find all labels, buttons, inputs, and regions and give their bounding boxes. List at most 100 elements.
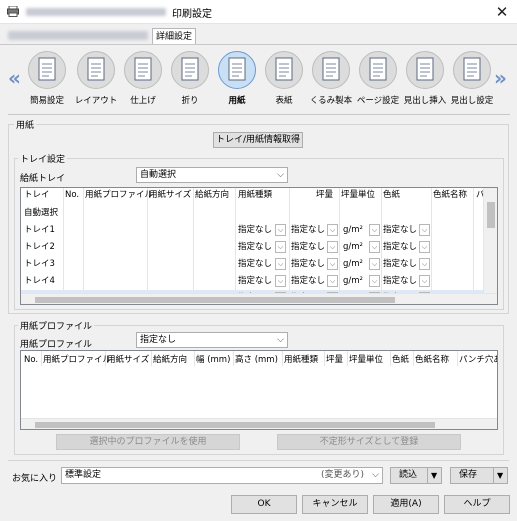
- horizontal-scrollbar[interactable]: [21, 293, 497, 304]
- toolbar-divider: [8, 114, 510, 115]
- column-divider: [41, 351, 42, 366]
- column-header[interactable]: 色紙: [392, 353, 409, 368]
- tab-detail-settings[interactable]: 詳細設定: [152, 28, 196, 45]
- apply-button[interactable]: 適用(A): [373, 495, 439, 514]
- column-divider: [282, 351, 283, 366]
- tray-name-cell: トレイ1: [24, 225, 55, 235]
- chevron-down-icon[interactable]: ⌵: [327, 224, 338, 236]
- paper-type-cell: 指定なし: [238, 259, 273, 269]
- basis-weight-cell: 指定なし: [291, 242, 326, 252]
- chevron-down-icon[interactable]: ⌵: [369, 241, 380, 253]
- column-divider: [151, 351, 152, 366]
- table-row[interactable]: [21, 205, 485, 221]
- column-header[interactable]: 用紙プロファイル: [85, 188, 153, 203]
- chevron-down-icon[interactable]: ⌵: [275, 275, 286, 287]
- column-header[interactable]: 色紙: [383, 188, 400, 203]
- chevron-down-icon[interactable]: ⌵: [419, 241, 430, 253]
- ok-button[interactable]: OK: [231, 495, 297, 514]
- help-button[interactable]: ヘルプ: [444, 495, 510, 514]
- chevron-down-icon: ⌵: [277, 335, 284, 345]
- scroll-thumb[interactable]: [35, 297, 395, 303]
- paper-icon: [218, 51, 256, 89]
- column-divider: [413, 351, 414, 366]
- page-setting-icon: [359, 51, 397, 89]
- chevron-down-icon[interactable]: ⌵: [327, 275, 338, 287]
- toolbar-scroll-left-icon[interactable]: «: [8, 66, 21, 90]
- load-button[interactable]: 読込 ▼: [390, 467, 442, 484]
- column-divider: [390, 351, 391, 366]
- chevron-down-icon[interactable]: ⌵: [275, 224, 286, 236]
- save-button[interactable]: 保存 ▼: [450, 467, 508, 484]
- tray-settings-label: トレイ設定: [18, 152, 68, 165]
- chevron-down-icon[interactable]: ⌵: [419, 224, 430, 236]
- column-header[interactable]: 給紙方向: [195, 188, 229, 203]
- vertical-scrollbar[interactable]: [483, 188, 497, 294]
- scroll-thumb[interactable]: [487, 202, 495, 228]
- color-paper-cell: 指定なし: [383, 242, 418, 252]
- column-header[interactable]: 幅 (mm): [196, 353, 230, 368]
- chevron-down-icon[interactable]: ⌵: [275, 241, 286, 253]
- column-header[interactable]: No.: [24, 353, 38, 368]
- printer-icon: [7, 6, 19, 17]
- column-header[interactable]: パンチ穴あ: [459, 353, 497, 368]
- column-header[interactable]: 高さ (mm): [235, 353, 278, 368]
- column-header[interactable]: トレイ: [24, 188, 50, 203]
- paper-type-cell: 指定なし: [238, 242, 273, 252]
- dropdown-arrow-icon[interactable]: ▼: [497, 468, 503, 483]
- favorites-value: 標準設定: [65, 470, 102, 480]
- get-tray-info-button[interactable]: トレイ/用紙情報取得: [213, 132, 303, 148]
- column-header[interactable]: 用紙サイズ: [107, 353, 149, 368]
- chevron-down-icon[interactable]: ⌵: [327, 258, 338, 270]
- column-header[interactable]: 色紙名称: [433, 188, 467, 203]
- column-header[interactable]: 坪量: [316, 188, 333, 203]
- weight-unit-cell: g/m²: [343, 242, 363, 252]
- toolbar-item-tab-setting[interactable]: 見出し設定: [447, 49, 497, 111]
- favorites-changed-note: (変更あり): [320, 470, 364, 480]
- scroll-thumb[interactable]: [35, 422, 435, 428]
- paper-type-cell: 指定なし: [238, 276, 273, 286]
- profile-value: 指定なし: [140, 335, 177, 345]
- chevron-down-icon[interactable]: ⌵: [327, 241, 338, 253]
- dropdown-arrow-icon[interactable]: ▼: [431, 468, 437, 483]
- chevron-down-icon[interactable]: ⌵: [419, 258, 430, 270]
- fold-icon: [171, 51, 209, 89]
- cancel-button[interactable]: キャンセル: [302, 495, 368, 514]
- save-button-label: 保存: [459, 470, 478, 480]
- tray-table[interactable]: トレイ No. 用紙プロファイル 用紙サイズ 給紙方向 用紙種類 坪量 坪量単位 色紙 色紙名称パ…: [20, 187, 498, 305]
- column-header[interactable]: 用紙サイズ: [149, 188, 191, 203]
- favorites-select[interactable]: 標準設定 (変更あり) ⌵: [61, 467, 383, 484]
- chevron-down-icon[interactable]: ⌵: [369, 258, 380, 270]
- column-header[interactable]: 坪量単位: [349, 353, 383, 368]
- column-header[interactable]: 用紙プロファイル: [43, 353, 111, 368]
- perfect-binding-icon: [312, 51, 350, 89]
- toolbar-item-quick-setting[interactable]: 簡易設定: [22, 49, 72, 111]
- column-header[interactable]: 用紙種類: [238, 188, 272, 203]
- column-header[interactable]: No.: [65, 188, 79, 203]
- chevron-down-icon[interactable]: ⌵: [419, 275, 430, 287]
- favorites-label: お気に入り: [12, 474, 58, 484]
- profile-select[interactable]: 指定なし ⌵: [136, 332, 288, 348]
- feed-tray-label: 給紙トレイ: [20, 174, 66, 184]
- profile-group-label: 用紙プロファイル: [18, 319, 95, 332]
- column-header[interactable]: 給紙方向: [153, 353, 187, 368]
- column-divider: [233, 351, 234, 366]
- paper-group-label: 用紙: [14, 118, 37, 131]
- basis-weight-cell: 指定なし: [291, 225, 326, 235]
- split-divider: [427, 468, 428, 483]
- column-header[interactable]: 色紙名称: [415, 353, 449, 368]
- chevron-down-icon: ⌵: [277, 170, 284, 180]
- use-selected-profile-button[interactable]: 選択中のプロファイルを使用: [56, 434, 240, 450]
- profile-table[interactable]: No. 用紙プロファイル 用紙サイズ 給紙方向幅 (mm) 高さ (mm) 用紙種類 坪量坪…: [20, 350, 498, 430]
- column-header[interactable]: 坪量単位: [341, 188, 375, 203]
- chevron-down-icon[interactable]: ⌵: [369, 275, 380, 287]
- tab-printer-redacted[interactable]: [8, 31, 148, 40]
- column-header[interactable]: 坪量: [326, 353, 343, 368]
- close-button[interactable]: ✕: [490, 2, 514, 22]
- feed-tray-select[interactable]: 自動選択 ⌵: [136, 167, 288, 183]
- register-custom-size-button[interactable]: 不定形サイズとして登録: [277, 434, 461, 450]
- split-divider: [493, 468, 494, 483]
- chevron-down-icon[interactable]: ⌵: [369, 224, 380, 236]
- horizontal-scrollbar[interactable]: [21, 418, 497, 429]
- column-header[interactable]: 用紙種類: [284, 353, 318, 368]
- chevron-down-icon[interactable]: ⌵: [275, 258, 286, 270]
